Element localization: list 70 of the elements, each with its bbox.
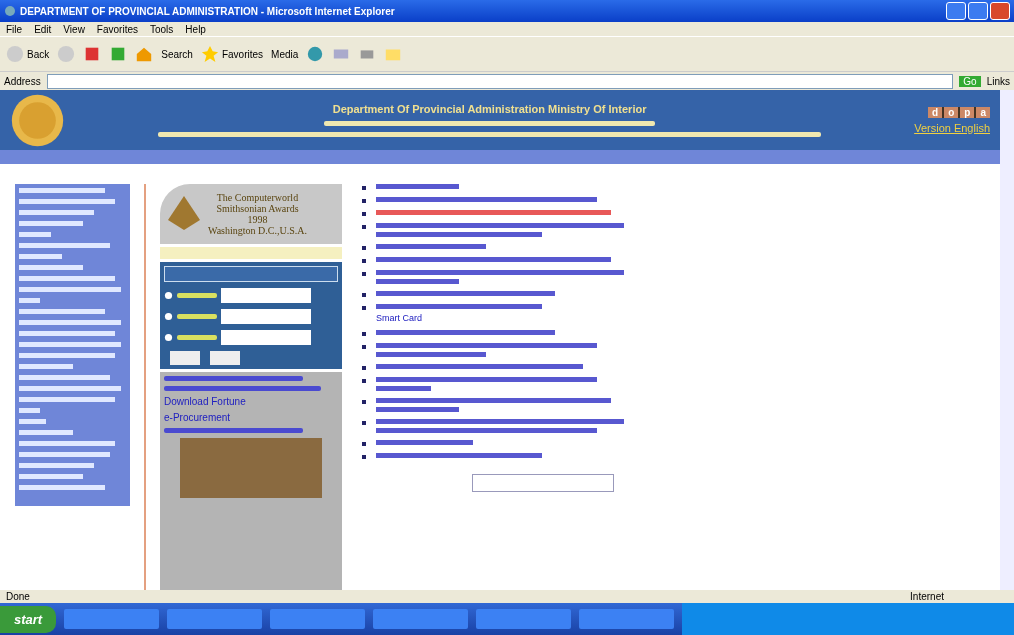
window-title: DEPARTMENT OF PROVINCIAL ADMINISTRATION - Microsoft Internet Explorer (20, 5, 396, 17)
bullet-icon (362, 272, 366, 276)
award-text: The Computerworld (216, 192, 299, 203)
close-button[interactable] (990, 2, 1010, 20)
favorites-button[interactable]: Favorites (200, 45, 264, 63)
input-field[interactable] (221, 309, 311, 324)
blurred-text-line (177, 335, 217, 340)
browser-icon (4, 5, 16, 17)
bullet-icon (362, 400, 366, 404)
radio-icon[interactable] (164, 291, 173, 300)
site-title: Department Of Provincial Administration Ministry Of Interior (332, 103, 647, 115)
scrollbar[interactable] (1000, 90, 1014, 590)
home-icon[interactable] (135, 45, 154, 63)
award-text: Smithsonian Awards (216, 203, 299, 214)
radio-icon[interactable] (164, 312, 173, 321)
taskbar-item[interactable] (579, 609, 675, 629)
bullet-icon (362, 379, 366, 383)
menu-item[interactable]: Tools (150, 23, 174, 35)
start-button[interactable]: start (0, 605, 57, 633)
site-logo: d o p a (928, 106, 990, 118)
bullet-icon (362, 212, 366, 216)
address-field[interactable] (46, 73, 954, 89)
menu-item[interactable]: Edit (34, 23, 52, 35)
radio-icon[interactable] (164, 333, 173, 342)
news-link[interactable]: Smart Card (376, 313, 652, 323)
bullet-icon (362, 345, 366, 349)
taskbar-item[interactable] (270, 609, 366, 629)
seal-emblem-icon (10, 92, 65, 148)
dropdown[interactable] (472, 474, 614, 492)
star-icon (200, 45, 219, 63)
bullet-icon (362, 246, 366, 250)
maximize-button[interactable] (968, 2, 988, 20)
form-button[interactable] (210, 351, 240, 365)
download-link[interactable]: Download Fortune (164, 396, 338, 407)
search-button[interactable]: Search (161, 48, 193, 60)
bullet-icon (362, 306, 366, 310)
blurred-text-line (177, 314, 217, 319)
address-label: Address (4, 75, 41, 87)
links-label[interactable]: Links (986, 75, 1010, 87)
menu-item[interactable]: Favorites (96, 23, 138, 35)
security-zone: Internet (910, 591, 944, 602)
minimize-button[interactable] (946, 2, 966, 20)
bullet-icon (362, 199, 366, 203)
bullet-icon (362, 366, 366, 370)
blurred-text-line (177, 293, 217, 298)
bullet-icon (362, 442, 366, 446)
taskbar-item[interactable] (64, 609, 160, 629)
bullet-icon (362, 421, 366, 425)
taskbar-item[interactable] (167, 609, 263, 629)
input-field[interactable] (221, 288, 311, 303)
award-text: 1998 (247, 214, 268, 225)
taskbar-item[interactable] (373, 609, 469, 629)
back-button[interactable]: Back (6, 45, 50, 63)
bullet-icon (362, 259, 366, 263)
menu-item[interactable]: View (63, 23, 85, 35)
form-button[interactable] (170, 351, 200, 365)
input-field[interactable] (221, 330, 311, 345)
taskbar-item[interactable] (476, 609, 572, 629)
menu-item[interactable]: File (6, 23, 23, 35)
media-button[interactable]: Media (271, 48, 299, 60)
status-text: Done (6, 591, 30, 602)
procurement-link[interactable]: e-Procurement (164, 412, 338, 423)
award-text: Washington D.C.,U.S.A. (208, 225, 307, 236)
version-link[interactable]: Version English (914, 121, 990, 134)
bullet-icon (362, 332, 366, 336)
menu-item[interactable]: Help (185, 23, 206, 35)
bullet-icon (362, 186, 366, 190)
bullet-icon (362, 455, 366, 459)
bullet-icon (362, 225, 366, 229)
bullet-icon (362, 293, 366, 297)
